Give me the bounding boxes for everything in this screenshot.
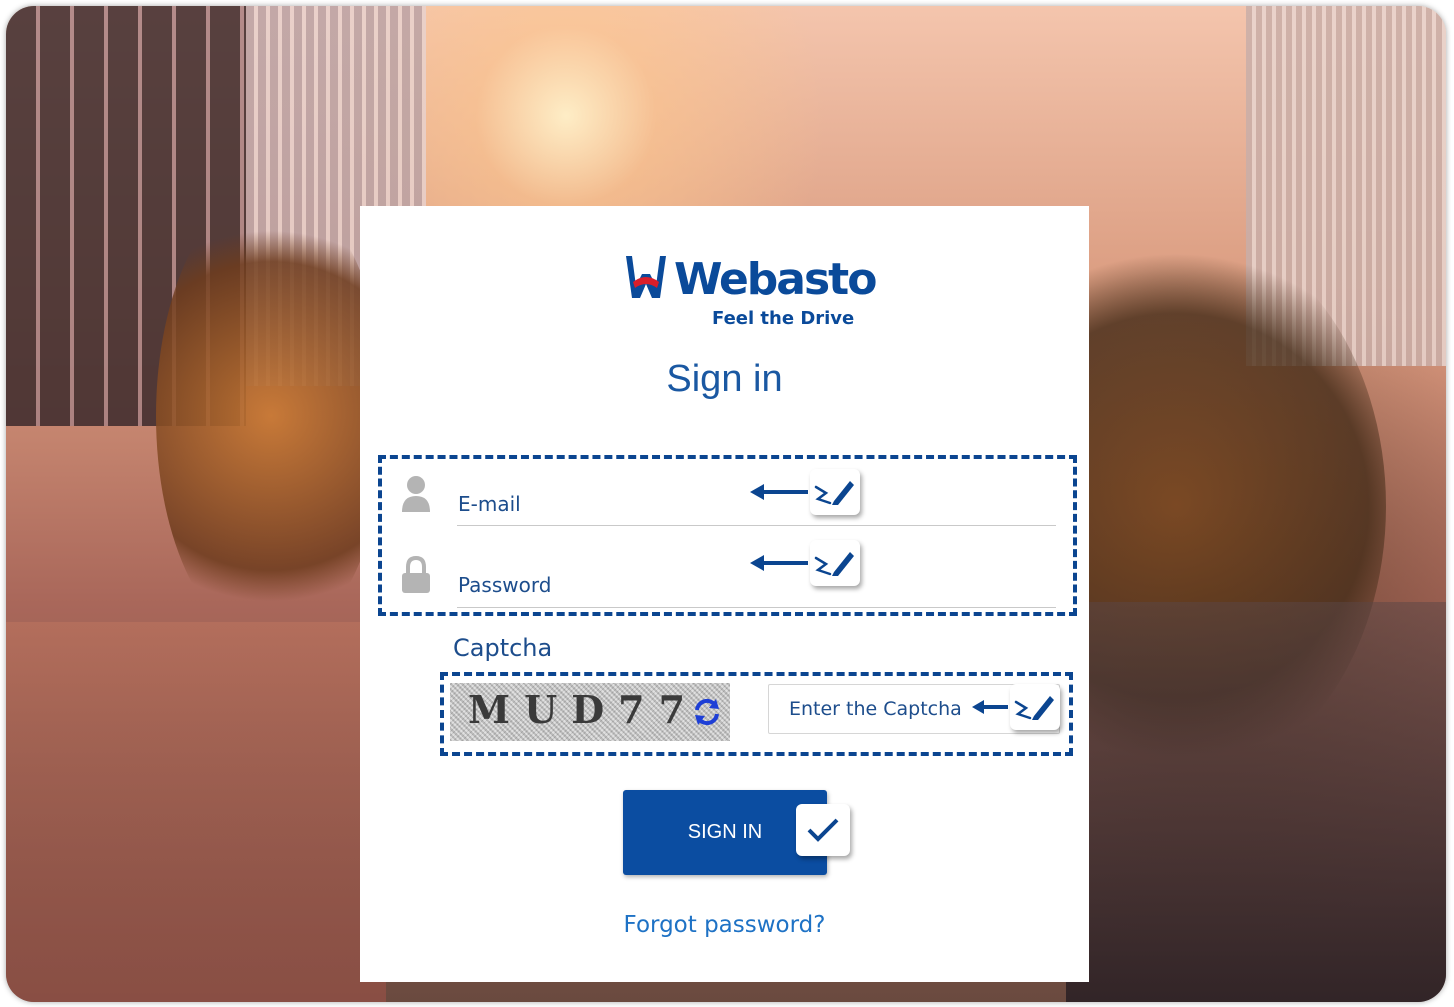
email-label: E-mail [458,492,521,516]
background-stairs [6,622,386,1002]
forgot-password-link[interactable]: Forgot password? [360,912,1089,938]
pen-card [810,540,860,586]
login-card: Webasto Feel the Drive Sign in E-mail Pa… [360,206,1089,982]
pen-icon [814,552,854,576]
password-underline [457,607,1056,608]
password-hint [750,540,860,586]
captcha-code: MUD77 [468,687,700,732]
logo-wordmark: Webasto [674,254,877,305]
email-field[interactable]: E-mail [400,468,1056,540]
refresh-icon[interactable] [692,697,722,727]
arrow-left-icon [750,484,808,500]
user-icon [402,476,430,512]
captcha-hint [972,684,1060,730]
logo-tagline: Feel the Drive [712,308,855,329]
pen-card [1010,684,1060,730]
email-underline [457,525,1056,526]
captcha-input-placeholder: Enter the Captcha [789,698,962,720]
arrow-left-icon [972,700,1008,714]
webasto-logo: Webasto Feel the Drive [620,252,877,338]
captcha-label: Captcha [453,634,553,662]
arrow-left-icon [750,555,808,571]
email-hint [750,469,860,515]
checkmark-icon [807,818,839,842]
background-street [1066,602,1446,1002]
password-field[interactable]: Password [400,549,1056,621]
background-photo: Webasto Feel the Drive Sign in E-mail Pa… [6,6,1446,1002]
background-tree-left [156,186,386,646]
pen-icon [1014,696,1054,720]
password-label: Password [458,573,552,597]
pen-card [810,469,860,515]
page-title: Sign in [666,358,783,400]
sign-in-hint [796,804,850,856]
webasto-logo-mark-icon [626,256,666,298]
captcha-image: MUD77 [450,683,730,741]
lock-icon [402,555,430,593]
pen-icon [814,481,854,505]
